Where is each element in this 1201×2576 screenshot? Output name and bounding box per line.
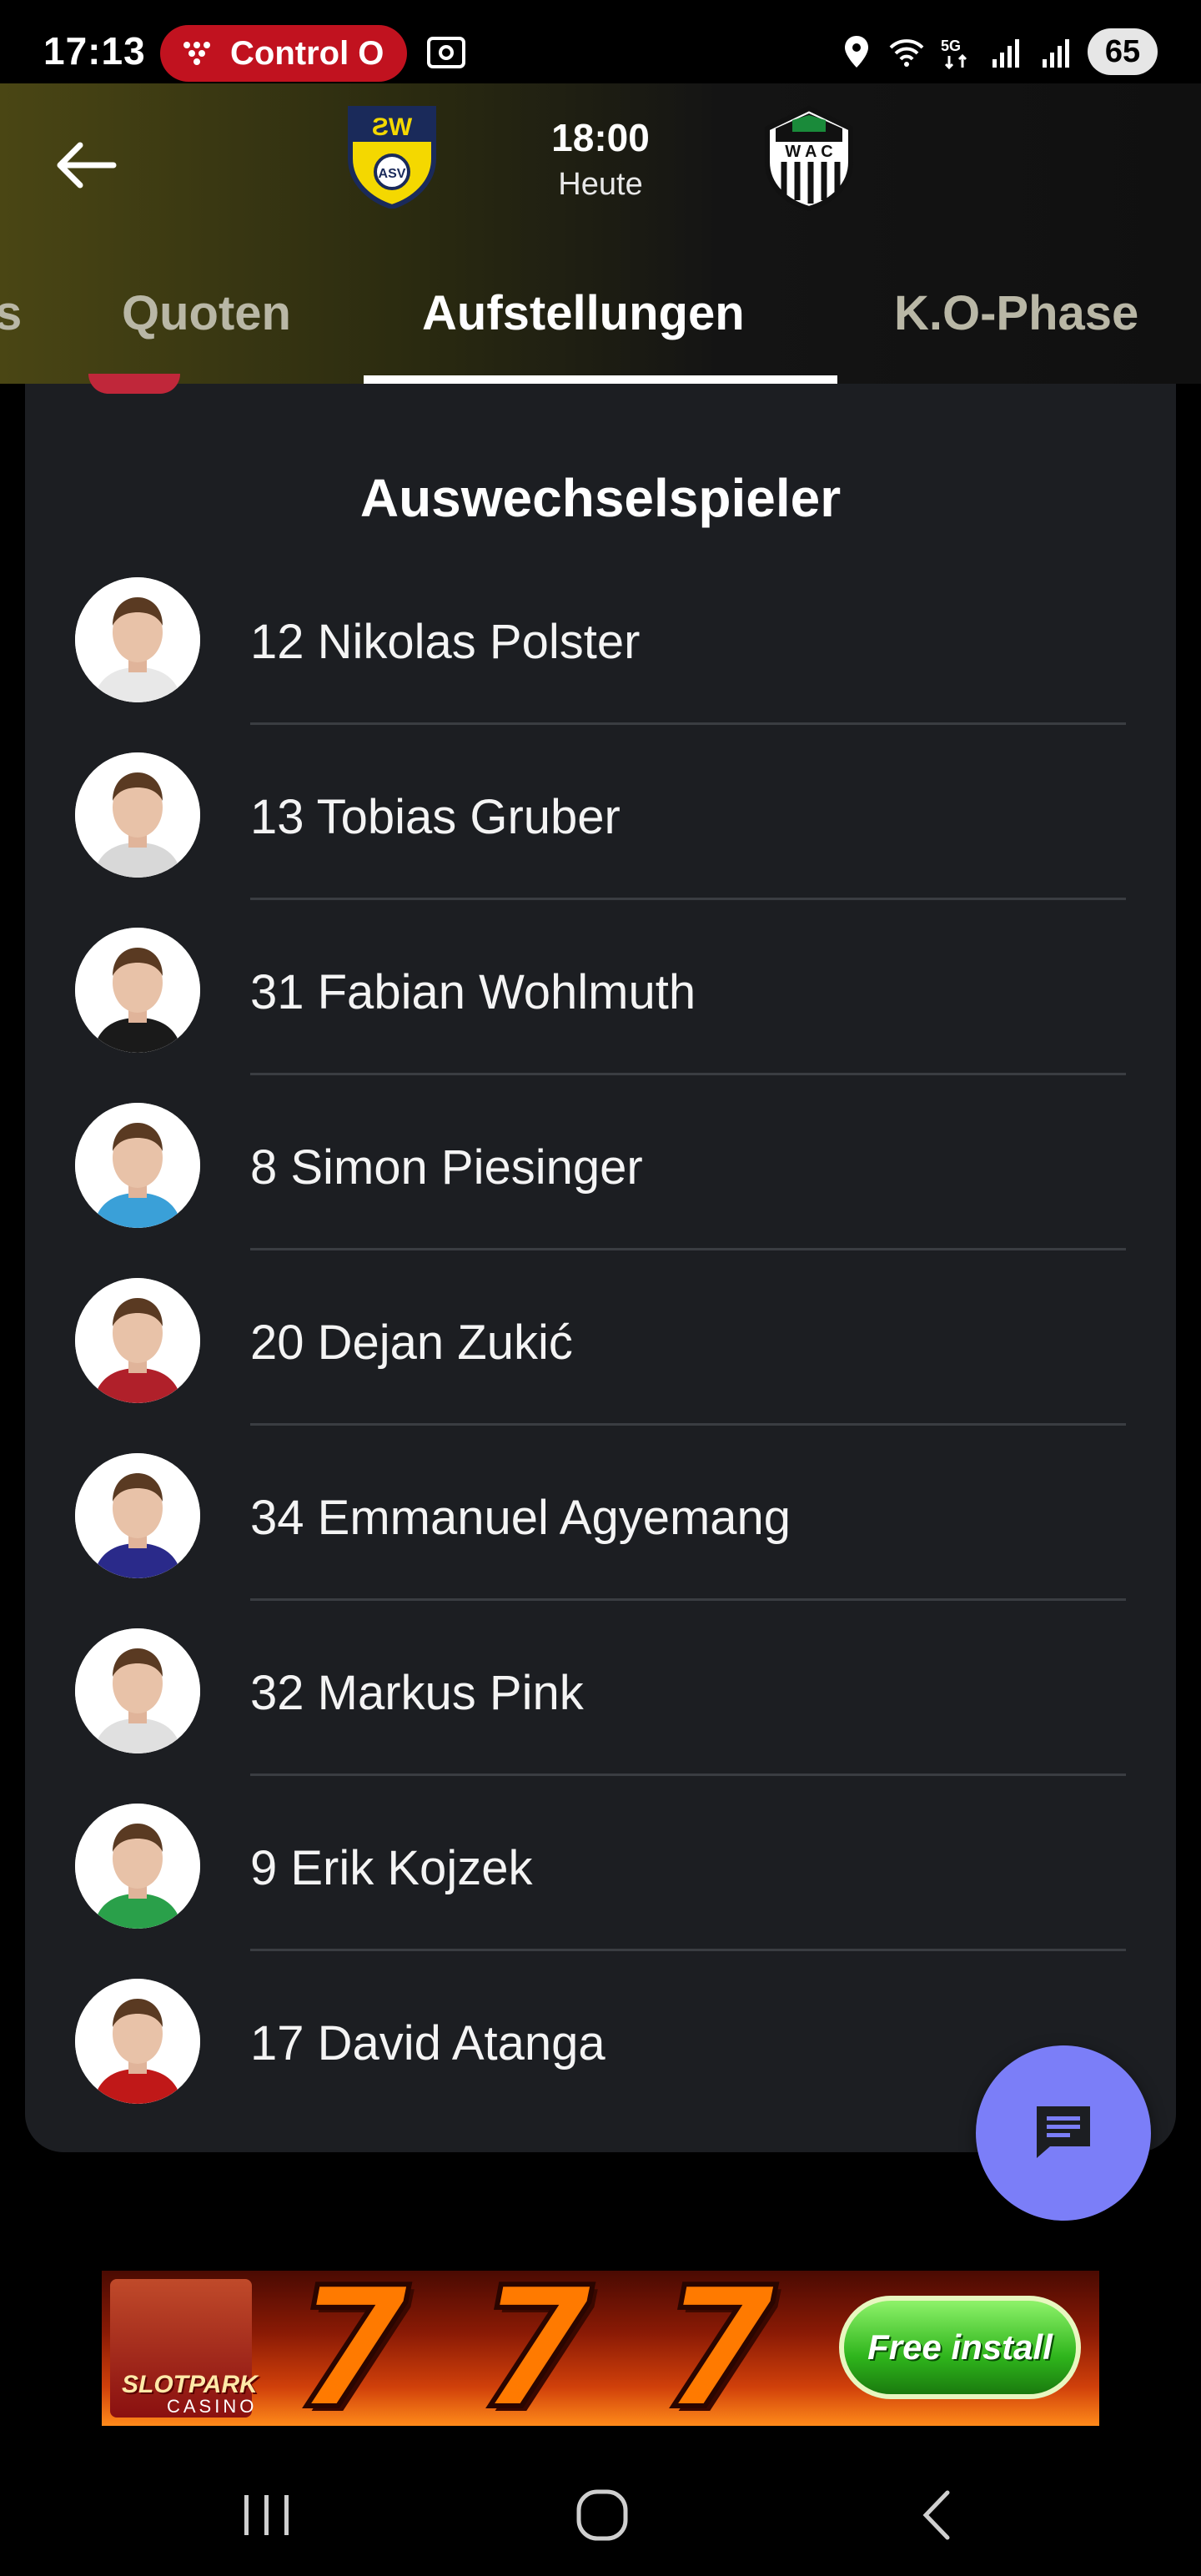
status-icons: 5G 65 (837, 25, 1158, 78)
player-row[interactable]: 34 Emmanuel Agyemang (25, 1426, 1176, 1602)
player-row[interactable]: 31 Fabian Wohlmuth (25, 901, 1176, 1076)
player-name: 8 Simon Piesinger (250, 1140, 643, 1195)
recents-icon (244, 2495, 289, 2535)
row-divider (250, 1073, 1126, 1075)
player-row[interactable]: 13 Tobias Gruber (25, 726, 1176, 901)
player-row[interactable]: 9 Erik Kojzek (25, 1777, 1176, 1952)
ad-seven-symbol: 7 (291, 2271, 412, 2426)
row-divider (250, 1423, 1126, 1426)
status-bar: 17:13 Control O 5G 65 (0, 0, 1201, 83)
player-photo-icon (75, 1804, 200, 1929)
player-name: 12 Nikolas Polster (250, 615, 641, 669)
player-name: 34 Emmanuel Agyemang (250, 1491, 791, 1545)
player-avatar (75, 1453, 200, 1578)
player-photo-icon (75, 1103, 200, 1228)
screenshot-icon (427, 37, 465, 68)
player-row[interactable]: 20 Dejan Zukić (25, 1251, 1176, 1426)
previous-row-avatar (88, 374, 180, 394)
player-photo-icon (75, 1979, 200, 2104)
player-avatar (75, 752, 200, 878)
away-team-logo[interactable]: W A C (759, 103, 859, 212)
player-name: 17 David Atanga (250, 2016, 606, 2070)
player-avatar (75, 1103, 200, 1228)
home-button[interactable] (552, 2478, 652, 2553)
player-avatar (75, 1278, 200, 1403)
active-tab-indicator (364, 375, 837, 384)
tab-lineups[interactable]: Aufstellungen (422, 275, 745, 384)
player-photo-icon (75, 1278, 200, 1403)
player-avatar (75, 928, 200, 1053)
ad-banner[interactable]: SLOTPARK CASINO 7 7 7 Free install (102, 2271, 1099, 2426)
player-name: 9 Erik Kojzek (250, 1841, 533, 1895)
player-photo-icon (75, 577, 200, 702)
chat-button[interactable] (976, 2045, 1151, 2221)
notification-pill-label: Control O (230, 35, 384, 72)
chat-icon (1037, 2106, 1090, 2158)
signal-icon (992, 39, 1019, 68)
network-5g-icon: 5G (941, 38, 967, 70)
ad-seven-symbol: 7 (475, 2271, 595, 2426)
recents-button[interactable] (217, 2478, 317, 2553)
player-photo-icon (75, 1628, 200, 1753)
home-icon (576, 2489, 628, 2541)
chevron-left-icon (922, 2490, 950, 2540)
system-nav-bar (0, 2453, 1201, 2576)
ad-brand-sub: CASINO (167, 2396, 258, 2417)
player-row[interactable]: 12 Nikolas Polster (25, 551, 1176, 726)
player-name: 32 Markus Pink (250, 1666, 584, 1720)
player-row[interactable]: 8 Simon Piesinger (25, 1076, 1176, 1251)
player-avatar (75, 577, 200, 702)
signal-icon-2 (1043, 39, 1069, 68)
back-button[interactable] (887, 2478, 987, 2553)
location-icon (845, 36, 868, 68)
row-divider (250, 722, 1126, 725)
player-name: 20 Dejan Zukić (250, 1316, 573, 1370)
clock: 17:13 (43, 29, 146, 73)
tab-partial[interactable]: s (0, 275, 22, 384)
network-5g-label: 5G (941, 38, 961, 54)
battery-indicator: 65 (1088, 28, 1158, 75)
player-row[interactable]: 32 Markus Pink (25, 1602, 1176, 1777)
player-avatar (75, 1628, 200, 1753)
ad-brand-logo: SLOTPARK CASINO (110, 2279, 258, 2418)
away-logo-text: W A C (785, 143, 832, 161)
row-divider (250, 898, 1126, 900)
section-title: Auswechselspieler (359, 468, 842, 528)
player-photo-icon (75, 928, 200, 1053)
ad-brand-name: SLOTPARK (122, 2371, 258, 2398)
player-avatar (75, 1804, 200, 1929)
player-photo-icon (75, 752, 200, 878)
player-avatar (75, 1979, 200, 2104)
row-divider (250, 1774, 1126, 1776)
player-name: 13 Tobias Gruber (250, 790, 621, 844)
kickoff-day: Heute (558, 167, 643, 202)
notification-pill[interactable]: Control O (160, 25, 407, 82)
tab-odds[interactable]: Quoten (122, 275, 291, 384)
ad-seven-symbol: 7 (658, 2271, 779, 2426)
player-photo-icon (75, 1453, 200, 1578)
wifi-icon (889, 39, 924, 67)
ad-install-button[interactable]: Free install (839, 2296, 1081, 2399)
kickoff-time: 18:00 (551, 116, 650, 159)
tab-knockout[interactable]: K.O-Phase (894, 275, 1138, 384)
row-divider (250, 1248, 1126, 1250)
row-divider (250, 1949, 1126, 1951)
player-name: 31 Fabian Wohlmuth (250, 965, 696, 1019)
row-divider (250, 1598, 1126, 1601)
tab-bar: s Quoten Aufstellungen K.O-Phase (0, 275, 1201, 384)
app-grid-icon (183, 42, 210, 65)
